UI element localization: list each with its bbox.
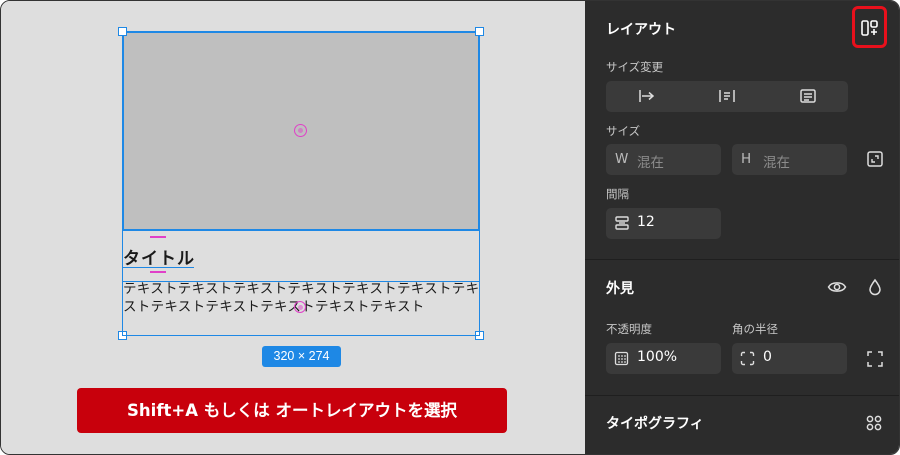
resize-mode-group <box>606 81 848 112</box>
blend-mode-drop-icon[interactable] <box>863 275 887 299</box>
eye-icon[interactable] <box>825 275 849 299</box>
appearance-section-title: 外見 <box>606 281 634 297</box>
corner-radius-icon <box>740 351 755 370</box>
resize-label: サイズ変更 <box>606 60 664 74</box>
instruction-caption: Shift+A もしくは オートレイアウトを選択 <box>77 388 507 433</box>
typography-section-title: タイポグラフィ <box>606 416 704 432</box>
resize-handle-top-right[interactable] <box>475 27 484 36</box>
opacity-value: 100% <box>637 349 678 365</box>
fixed-width-icon[interactable] <box>635 84 659 108</box>
fill-container-icon[interactable] <box>796 84 820 108</box>
auto-layout-highlight <box>852 6 887 48</box>
section-divider <box>585 259 899 260</box>
app-frame: タイトル テキストテキストテキストテキストテキストテキストテキストテキストテキス… <box>0 0 900 455</box>
spacing-indicator-bottom <box>150 271 166 273</box>
vertical-gap-icon <box>614 215 630 235</box>
image-center-marker <box>294 124 307 137</box>
properties-panel: レイアウト サイズ変更 サイズ W 混在 H 混在 間隔 12 外見 不透明度 … <box>585 1 899 454</box>
width-value: 混在 <box>637 155 664 171</box>
width-field[interactable]: W 混在 <box>606 144 721 175</box>
corner-radius-field[interactable]: 0 <box>732 343 847 374</box>
gap-label: 間隔 <box>606 187 629 201</box>
title-text[interactable]: タイトル <box>123 244 195 269</box>
height-field[interactable]: H 混在 <box>732 144 847 175</box>
dimension-badge: 320 × 274 <box>262 346 341 367</box>
gap-field[interactable]: 12 <box>606 208 721 239</box>
section-divider <box>585 395 899 396</box>
corner-radius-value: 0 <box>763 349 772 365</box>
text-center-marker <box>294 301 306 313</box>
gap-value: 12 <box>637 214 655 230</box>
width-prefix: W <box>615 151 629 167</box>
opacity-field[interactable]: 100% <box>606 343 721 374</box>
independent-corners-icon[interactable] <box>863 347 887 371</box>
height-value: 混在 <box>763 155 790 171</box>
layout-section-title: レイアウト <box>606 22 676 38</box>
spacing-indicator-top <box>150 236 166 238</box>
height-prefix: H <box>741 151 752 167</box>
text-styles-icon[interactable] <box>862 411 886 435</box>
design-canvas[interactable]: タイトル テキストテキストテキストテキストテキストテキストテキストテキストテキス… <box>1 1 585 454</box>
opacity-label: 不透明度 <box>606 322 652 336</box>
corner-radius-label: 角の半径 <box>732 322 778 336</box>
constrain-proportions-icon[interactable] <box>863 147 887 171</box>
hug-contents-icon[interactable] <box>715 84 739 108</box>
size-label: サイズ <box>606 124 641 138</box>
resize-handle-top-left[interactable] <box>118 27 127 36</box>
opacity-icon <box>614 351 629 370</box>
